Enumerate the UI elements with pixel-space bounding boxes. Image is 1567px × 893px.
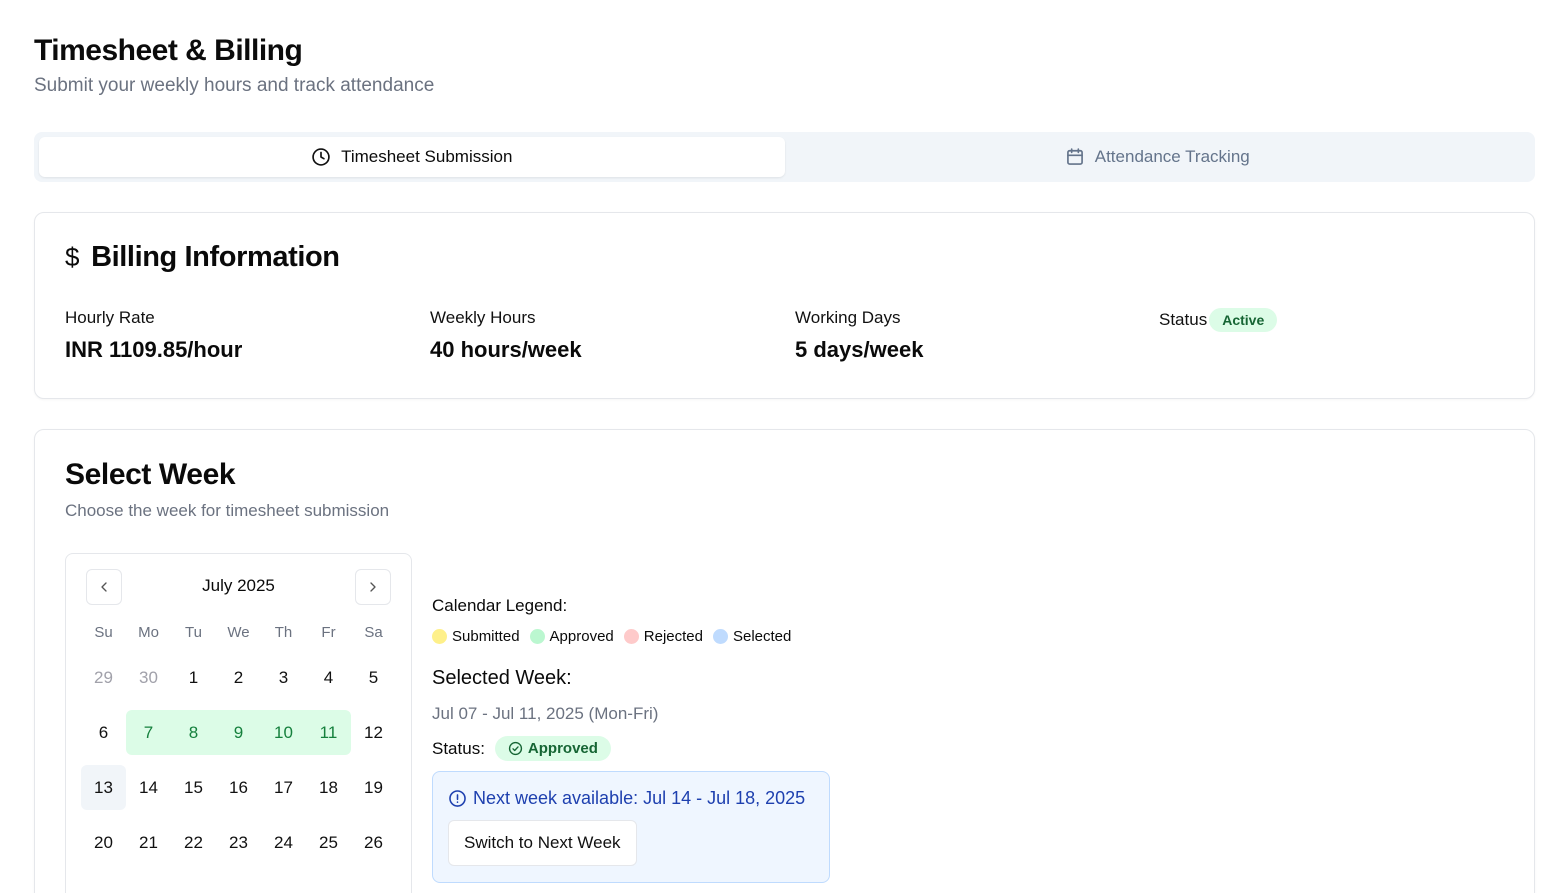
select-week-subtitle: Choose the week for timesheet submission <box>65 501 390 520</box>
calendar-day[interactable]: 18 <box>306 765 351 810</box>
calendar-day[interactable]: 21 <box>126 820 171 865</box>
next-month-button[interactable] <box>355 569 391 605</box>
weekday-header: Sa <box>364 624 383 641</box>
legend-swatch <box>529 629 545 644</box>
hourly-rate-value: INR 1109.85/hour <box>65 337 243 362</box>
select-week-title: Select Week <box>65 458 236 491</box>
calendar-day[interactable]: 3 <box>261 655 306 700</box>
calendar-day[interactable]: 13 <box>81 765 126 810</box>
tab-timesheet-submission[interactable]: Timesheet Submission <box>39 137 785 177</box>
next-week-text: Next week available: Jul 14 - Jul 18, 20… <box>473 788 806 808</box>
page-subtitle: Submit your weekly hours and track atten… <box>34 75 435 96</box>
calendar-day[interactable]: 7 <box>126 710 171 755</box>
calendar-day[interactable]: 6 <box>81 710 126 755</box>
legend-swatch <box>432 629 447 644</box>
legend-label: Approved <box>549 628 614 645</box>
approved-badge: Approved <box>494 736 611 761</box>
calendar-legend: Submitted Approved Rejected Selected <box>432 628 830 645</box>
weekday-header: Th <box>274 624 293 641</box>
legend-item-rejected: Rejected <box>623 628 703 645</box>
status-label-row: Status Active <box>1159 308 1278 332</box>
calendar-day[interactable]: 14 <box>126 765 171 810</box>
calendar-day[interactable]: 23 <box>216 820 261 865</box>
calendar-day[interactable]: 10 <box>261 710 306 755</box>
calendar-icon <box>1066 148 1083 165</box>
next-week-notice: Next week available: Jul 14 - Jul 18, 20… <box>432 771 830 883</box>
calendar-day[interactable]: 4 <box>306 655 351 700</box>
switch-next-week-button[interactable]: Switch to Next Week <box>448 820 637 866</box>
next-week-text-row: Next week available: Jul 14 - Jul 18, 20… <box>448 788 814 809</box>
calendar-day[interactable]: 17 <box>261 765 306 810</box>
weekday-header: Tu <box>185 624 202 641</box>
status-label: Status <box>1159 310 1208 329</box>
calendar-day[interactable]: 1 <box>171 655 216 700</box>
calendar-day[interactable]: 26 <box>351 820 396 865</box>
calendar-day[interactable]: 25 <box>306 820 351 865</box>
legend-item-approved: Approved <box>529 628 614 645</box>
working-days-stat: Working Days 5 days/week <box>795 308 923 363</box>
weekday-header: Su <box>94 624 113 641</box>
legend-swatch <box>712 629 728 644</box>
legend-label: Rejected <box>643 628 703 645</box>
weekly-hours-stat: Weekly Hours 40 hours/week <box>430 308 582 363</box>
calendar-day[interactable]: 15 <box>171 765 216 810</box>
billing-title-text: Billing Information <box>91 241 340 273</box>
status-label: Status: <box>432 738 485 758</box>
tab-label: Attendance Tracking <box>1094 147 1250 166</box>
calendar-day[interactable]: 2 <box>216 655 261 700</box>
calendar-day[interactable]: 22 <box>171 820 216 865</box>
selected-week-status: Status: Approved <box>432 736 830 761</box>
working-days-value: 5 days/week <box>795 337 924 362</box>
hourly-rate-label: Hourly Rate <box>65 308 155 327</box>
dollar-icon: $ <box>65 242 80 272</box>
calendar-day[interactable]: 16 <box>216 765 261 810</box>
calendar-day[interactable]: 20 <box>81 820 126 865</box>
status-badge: Active <box>1209 308 1278 332</box>
calendar: July 2025 Su Mo Tu We Th Fr Sa 29 30 1 2 3 4 5 6 7 8 9 10 1… <box>65 553 412 893</box>
weekly-hours-value: 40 hours/week <box>430 337 582 362</box>
info-icon <box>449 790 466 807</box>
billing-title: $ Billing Information <box>65 241 340 274</box>
check-circle-icon <box>508 741 523 756</box>
tab-label: Timesheet Submission <box>341 147 513 166</box>
calendar-day[interactable]: 24 <box>261 820 306 865</box>
calendar-day[interactable]: 9 <box>216 710 261 755</box>
calendar-day[interactable]: 8 <box>171 710 216 755</box>
hourly-rate-stat: Hourly Rate INR 1109.85/hour <box>65 308 242 363</box>
legend-item-submitted: Submitted <box>432 628 520 645</box>
legend-label: Selected <box>732 628 792 645</box>
legend-item-selected: Selected <box>712 628 792 645</box>
weekday-header: Mo <box>138 624 159 641</box>
weekly-hours-label: Weekly Hours <box>430 308 536 327</box>
status-stat: Status Active <box>1159 308 1278 332</box>
chevron-right-icon <box>370 582 376 592</box>
selected-week-range: Jul 07 - Jul 11, 2025 (Mon-Fri) <box>432 704 659 723</box>
week-details: Calendar Legend: Submitted Approved Reje… <box>432 596 830 883</box>
calendar-day[interactable]: 11 <box>306 710 351 755</box>
calendar-day[interactable]: 19 <box>351 765 396 810</box>
tab-attendance-tracking[interactable]: Attendance Tracking <box>785 137 1531 177</box>
selected-week-title: Selected Week: <box>432 667 572 689</box>
calendar-day[interactable]: 12 <box>351 710 396 755</box>
calendar-day[interactable]: 30 <box>126 655 171 700</box>
select-week-card: Select Week Choose the week for timeshee… <box>34 429 1535 893</box>
page-title: Timesheet & Billing <box>34 34 303 67</box>
clock-icon <box>312 148 330 166</box>
working-days-label: Working Days <box>795 308 901 327</box>
billing-card: $ Billing Information Hourly Rate INR 11… <box>34 212 1535 399</box>
calendar-grid: Su Mo Tu We Th Fr Sa 29 30 1 2 3 4 5 6 7 8 9 10 11 12 13 14 15 1… <box>81 620 396 865</box>
calendar-day[interactable]: 5 <box>351 655 396 700</box>
approved-badge-label: Approved <box>527 740 598 757</box>
legend-label: Submitted <box>452 628 520 645</box>
legend-title: Calendar Legend: <box>432 596 568 615</box>
legend-swatch <box>623 629 639 644</box>
weekday-header: Fr <box>321 624 336 641</box>
tab-bar: Timesheet Submission Attendance Tracking <box>34 132 1535 182</box>
weekday-header: We <box>227 624 250 641</box>
calendar-day[interactable]: 29 <box>81 655 126 700</box>
